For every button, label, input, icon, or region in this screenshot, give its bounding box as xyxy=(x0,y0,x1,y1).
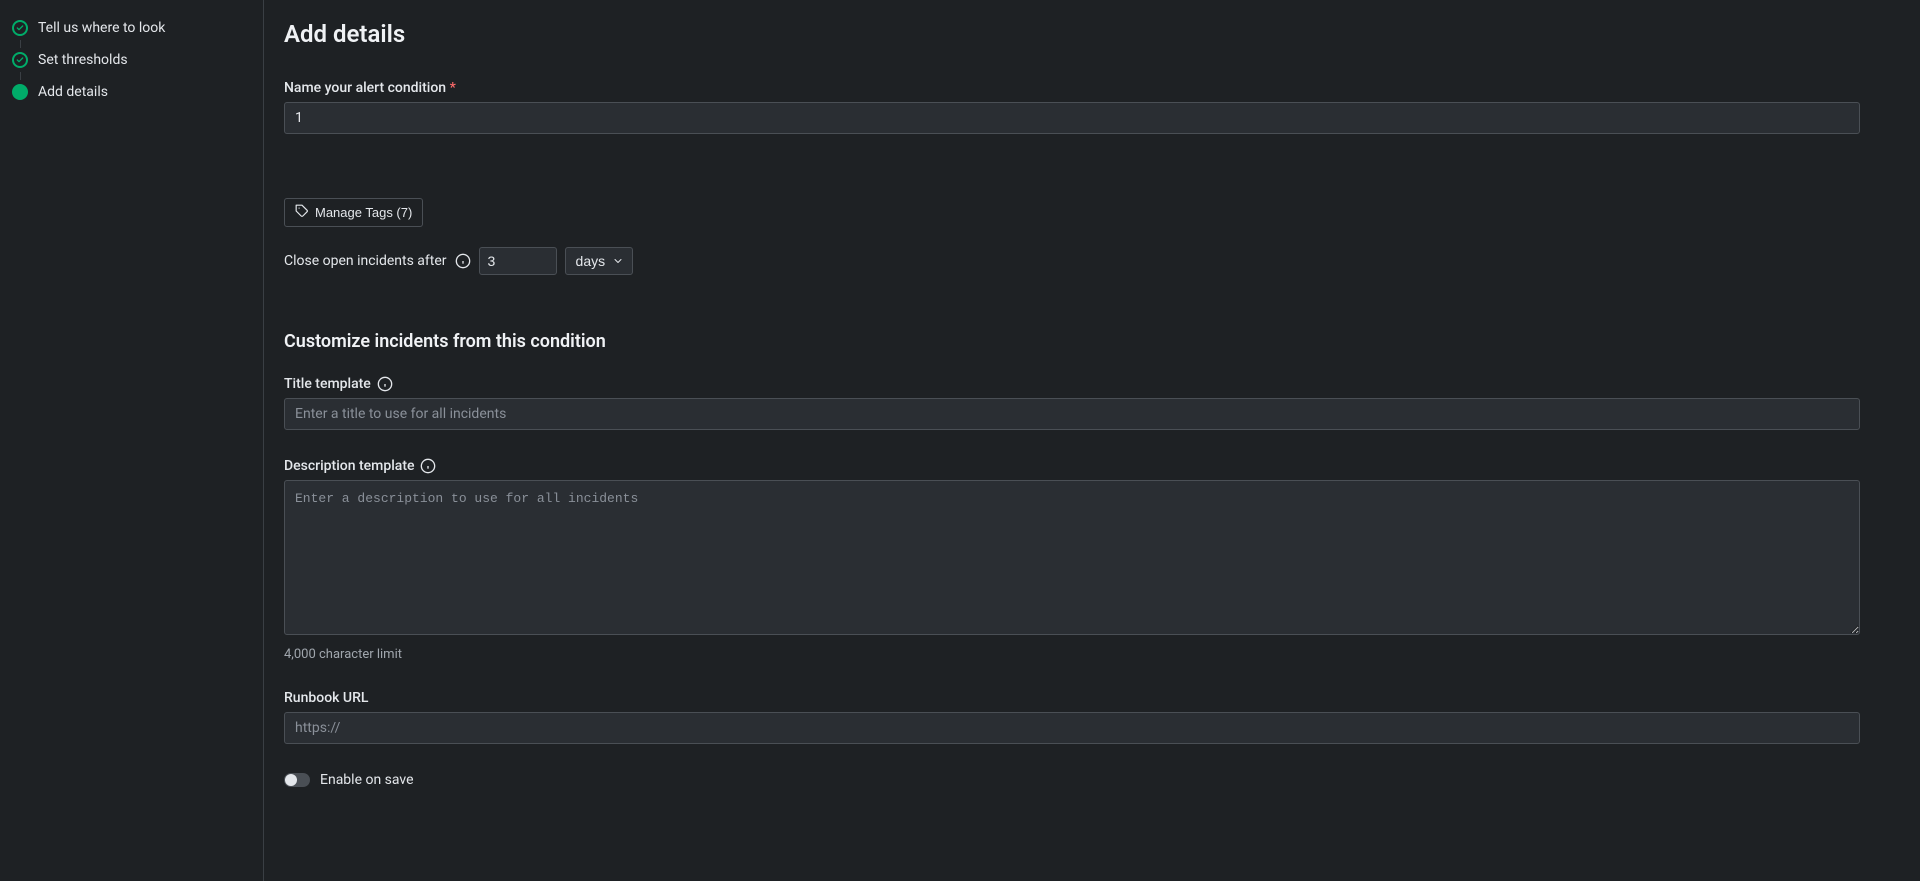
page-title: Add details xyxy=(284,20,1860,48)
close-incidents-unit-select[interactable]: days xyxy=(565,247,633,275)
step-connector xyxy=(20,40,21,48)
manage-tags-label: Manage Tags (7) xyxy=(315,205,412,220)
name-input[interactable] xyxy=(284,102,1860,134)
name-field-group: Name your alert condition * xyxy=(284,80,1860,134)
step-connector xyxy=(20,72,21,80)
step-current-icon xyxy=(12,84,28,100)
description-template-label: Description template xyxy=(284,458,414,474)
enable-toggle-label: Enable on save xyxy=(320,772,414,788)
info-icon[interactable] xyxy=(455,253,471,269)
close-incidents-label: Close open incidents after xyxy=(284,253,447,269)
tag-icon xyxy=(295,204,309,221)
enable-toggle[interactable] xyxy=(284,773,310,787)
description-template-input[interactable] xyxy=(284,480,1860,635)
runbook-input[interactable] xyxy=(284,712,1860,744)
step-item-thresholds[interactable]: Set thresholds xyxy=(12,48,251,72)
title-template-label: Title template xyxy=(284,376,371,392)
step-completed-icon xyxy=(12,20,28,36)
customize-section-header: Customize incidents from this condition xyxy=(284,331,1860,352)
step-label: Tell us where to look xyxy=(38,20,165,36)
name-label-text: Name your alert condition xyxy=(284,80,446,96)
description-help-text: 4,000 character limit xyxy=(284,647,1860,662)
step-completed-icon xyxy=(12,52,28,68)
title-template-group: Title template xyxy=(284,376,1860,430)
main-content: Add details Name your alert condition * … xyxy=(264,0,1920,881)
toggle-knob xyxy=(285,774,297,786)
description-template-group: Description template 4,000 character lim… xyxy=(284,458,1860,662)
step-item-add-details[interactable]: Add details xyxy=(12,80,251,104)
title-template-input[interactable] xyxy=(284,398,1860,430)
close-incidents-value-input[interactable] xyxy=(479,247,557,275)
sidebar: Tell us where to look Set thresholds Add… xyxy=(0,0,264,881)
name-label: Name your alert condition * xyxy=(284,80,1860,96)
runbook-group: Runbook URL xyxy=(284,690,1860,744)
close-incidents-row: Close open incidents after days xyxy=(284,247,1860,275)
step-label: Set thresholds xyxy=(38,52,128,68)
step-label: Add details xyxy=(38,84,108,100)
step-item-where-to-look[interactable]: Tell us where to look xyxy=(12,16,251,40)
runbook-label: Runbook URL xyxy=(284,690,1860,706)
info-icon[interactable] xyxy=(420,458,436,474)
enable-toggle-row: Enable on save xyxy=(284,772,1860,788)
info-icon[interactable] xyxy=(377,376,393,392)
manage-tags-button[interactable]: Manage Tags (7) xyxy=(284,198,423,227)
required-mark: * xyxy=(450,80,456,96)
